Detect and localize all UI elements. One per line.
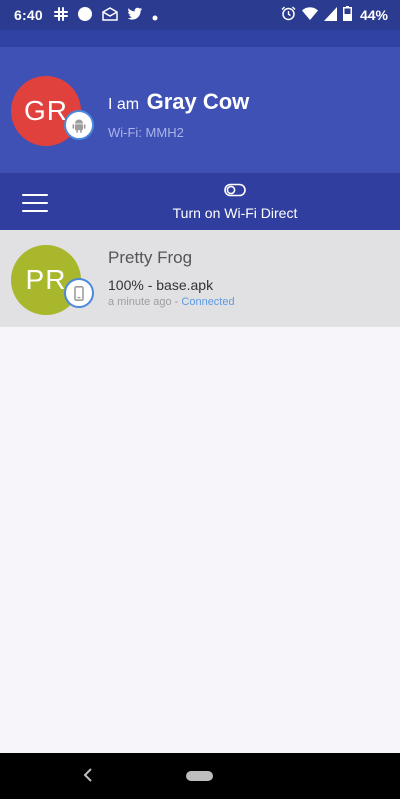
dot-icon xyxy=(152,8,158,24)
iam-prefix: I am xyxy=(108,96,140,113)
peer-list: PR Pretty Frog 100% - base.apk a minute … xyxy=(0,230,400,327)
notification-icons xyxy=(54,6,158,25)
wifi-icon xyxy=(301,6,318,24)
meta-separator: - xyxy=(171,296,182,308)
battery-icon xyxy=(342,6,352,24)
alarm-icon xyxy=(281,6,296,24)
profile-header: GR I am Gray Cow Wi-Fi: MMH2 xyxy=(0,47,400,173)
wifi-direct-label: Turn on Wi-Fi Direct xyxy=(172,205,298,221)
last-seen-time: a minute ago xyxy=(108,296,172,308)
device-identity: I am Gray Cow xyxy=(108,89,249,115)
android-icon xyxy=(64,110,94,140)
device-name: Gray Cow xyxy=(146,89,250,114)
system-icons: 44% xyxy=(281,6,388,24)
transfer-progress: 100% - base.apk xyxy=(108,277,214,293)
toggle-icon xyxy=(150,183,320,202)
signal-icon xyxy=(323,6,337,24)
phone-icon xyxy=(64,278,94,308)
list-item[interactable]: PR Pretty Frog 100% - base.apk a minute … xyxy=(0,230,400,327)
battery-percent: 44% xyxy=(359,7,388,23)
circle-icon xyxy=(77,6,93,25)
connection-status: Connected xyxy=(181,296,235,308)
peer-meta: a minute ago - Connected xyxy=(108,296,235,308)
wifi-direct-toggle[interactable]: Turn on Wi-Fi Direct xyxy=(150,183,320,221)
my-avatar-initials: GR xyxy=(24,95,68,126)
navigation-bar xyxy=(0,753,400,799)
action-toolbar: Turn on Wi-Fi Direct xyxy=(0,173,400,230)
hamburger-menu-icon[interactable] xyxy=(14,185,54,219)
mail-icon xyxy=(102,7,118,24)
home-pill-button[interactable] xyxy=(186,771,213,781)
app-bar-strip xyxy=(0,30,400,47)
wifi-network-label: Wi-Fi: MMH2 xyxy=(108,125,184,140)
back-icon[interactable] xyxy=(78,765,98,787)
twitter-icon xyxy=(127,7,143,24)
peer-name: Pretty Frog xyxy=(108,248,193,267)
status-time: 6:40 xyxy=(14,7,43,23)
peer-avatar-initials: PR xyxy=(25,264,67,295)
slack-icon xyxy=(54,7,68,24)
status-bar: 6:40 44% xyxy=(0,0,400,30)
